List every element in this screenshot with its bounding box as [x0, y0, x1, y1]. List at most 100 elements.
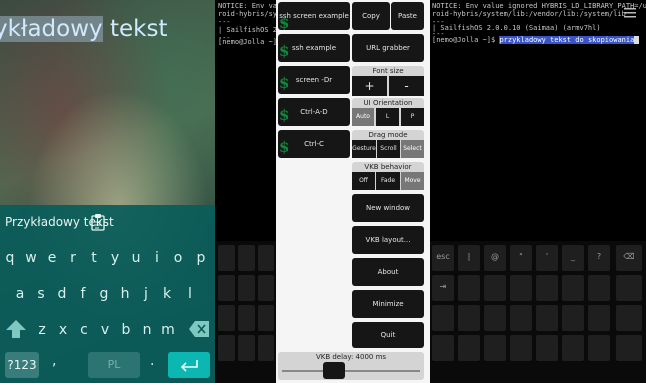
drag-scroll-option[interactable]: Scroll [377, 140, 400, 158]
vkb-delay-slider[interactable]: VKB delay: 4000 ms [278, 352, 424, 380]
quit-button[interactable]: Quit [352, 322, 424, 348]
key-z[interactable]: z [32, 322, 52, 338]
term-key[interactable] [510, 275, 532, 301]
key-j[interactable]: j [136, 286, 156, 302]
term-key-pipe[interactable]: | [458, 245, 480, 271]
term-key-question[interactable]: ? [588, 245, 610, 271]
term-key[interactable] [616, 275, 642, 301]
term-key[interactable] [432, 335, 454, 361]
selected-command-text[interactable]: przykladowy tekst do skopiowania [499, 36, 635, 44]
vkb-layout-button[interactable]: VKB layout... [352, 226, 424, 254]
minimize-button[interactable]: Minimize [352, 290, 424, 318]
slider-handle[interactable] [322, 362, 345, 379]
backspace-icon[interactable] [188, 320, 210, 338]
key-period[interactable]: . [150, 353, 154, 369]
key-e[interactable]: e [42, 250, 62, 266]
paste-button[interactable]: Paste [391, 2, 424, 30]
term-key[interactable] [588, 305, 610, 331]
key-x[interactable]: x [53, 322, 73, 338]
term-key[interactable] [258, 275, 274, 301]
term-key[interactable] [218, 305, 235, 331]
term-key[interactable] [588, 275, 610, 301]
terminal-right[interactable]: NOTICE: Env value ignored HYBRIS_LD_LIBR… [430, 0, 646, 383]
term-key[interactable] [562, 305, 584, 331]
key-n[interactable]: n [137, 322, 157, 338]
orientation-portrait-option[interactable]: P [401, 108, 424, 126]
symbols-key[interactable]: ?123 [5, 352, 39, 378]
term-key[interactable] [562, 335, 584, 361]
term-key[interactable] [616, 305, 642, 331]
key-b[interactable]: b [116, 322, 136, 338]
key-y[interactable]: y [105, 250, 125, 266]
copy-button[interactable]: Copy [352, 2, 390, 30]
key-r[interactable]: r [63, 250, 83, 266]
orientation-auto-option[interactable]: Auto [352, 108, 374, 126]
term-key[interactable] [258, 305, 274, 331]
term-key[interactable] [484, 305, 506, 331]
drag-gesture-option[interactable]: Gesture [352, 140, 376, 158]
enter-icon[interactable] [168, 352, 210, 378]
vkb-move-option[interactable]: Move [401, 172, 424, 190]
key-a[interactable]: a [10, 286, 30, 302]
text-editor[interactable]: ykładowy tekst [0, 16, 167, 42]
about-button[interactable]: About [352, 258, 424, 286]
menu-icon[interactable] [624, 8, 636, 18]
url-grabber-button[interactable]: URL grabber [352, 34, 424, 62]
term-key[interactable] [238, 245, 255, 271]
key-i[interactable]: i [147, 250, 167, 266]
key-comma[interactable]: , [52, 353, 56, 369]
term-key[interactable] [536, 275, 558, 301]
term-key[interactable] [258, 245, 274, 271]
term-key[interactable] [588, 335, 610, 361]
key-t[interactable]: t [84, 250, 104, 266]
term-key[interactable] [484, 275, 506, 301]
key-q[interactable]: q [0, 250, 20, 266]
key-p[interactable]: p [191, 250, 211, 266]
key-g[interactable]: g [94, 286, 114, 302]
key-s[interactable]: s [31, 286, 51, 302]
term-key[interactable] [562, 275, 584, 301]
term-key-underscore[interactable]: _ [562, 245, 584, 271]
term-key[interactable] [258, 335, 274, 361]
term-key[interactable] [238, 305, 255, 331]
clipboard-icon[interactable] [91, 213, 105, 231]
key-m[interactable]: m [158, 322, 178, 338]
key-l[interactable]: l [180, 286, 200, 302]
term-key[interactable] [432, 305, 454, 331]
key-d[interactable]: d [52, 286, 72, 302]
vkb-fade-option[interactable]: Fade [376, 172, 400, 190]
vkb-off-option[interactable]: Off [352, 172, 375, 190]
key-c[interactable]: c [74, 322, 94, 338]
term-key-at[interactable]: @ [484, 245, 506, 271]
term-key[interactable] [458, 335, 480, 361]
key-v[interactable]: v [95, 322, 115, 338]
key-f[interactable]: f [73, 286, 93, 302]
term-key[interactable] [218, 275, 235, 301]
term-key[interactable] [458, 275, 480, 301]
term-key[interactable] [218, 335, 235, 361]
term-key-squote[interactable]: ' [536, 245, 558, 271]
term-key-tab[interactable]: ⇥ [432, 275, 454, 301]
term-key[interactable] [510, 335, 532, 361]
key-o[interactable]: o [168, 250, 188, 266]
term-key-esc[interactable]: esc [432, 245, 454, 271]
term-key[interactable] [616, 335, 642, 361]
selected-text[interactable]: ykładowy [0, 16, 103, 42]
key-k[interactable]: k [157, 286, 177, 302]
space-key[interactable]: PL [88, 352, 140, 378]
orientation-landscape-option[interactable]: L [376, 108, 399, 126]
term-key[interactable] [238, 275, 255, 301]
term-key[interactable] [238, 335, 255, 361]
term-key[interactable] [510, 305, 532, 331]
shift-icon[interactable] [5, 319, 27, 339]
term-key[interactable] [218, 245, 235, 271]
term-key[interactable] [458, 305, 480, 331]
term-key[interactable] [536, 335, 558, 361]
key-u[interactable]: u [126, 250, 146, 266]
drag-select-option[interactable]: Select [401, 140, 424, 158]
terminal-left[interactable]: NOTICE: Env value roid-hybris/system ---… [216, 0, 276, 383]
font-increase-button[interactable]: + [352, 76, 387, 96]
new-window-button[interactable]: New window [352, 194, 424, 222]
key-h[interactable]: h [115, 286, 135, 302]
term-key-backspace[interactable]: ⌫ [616, 245, 642, 271]
